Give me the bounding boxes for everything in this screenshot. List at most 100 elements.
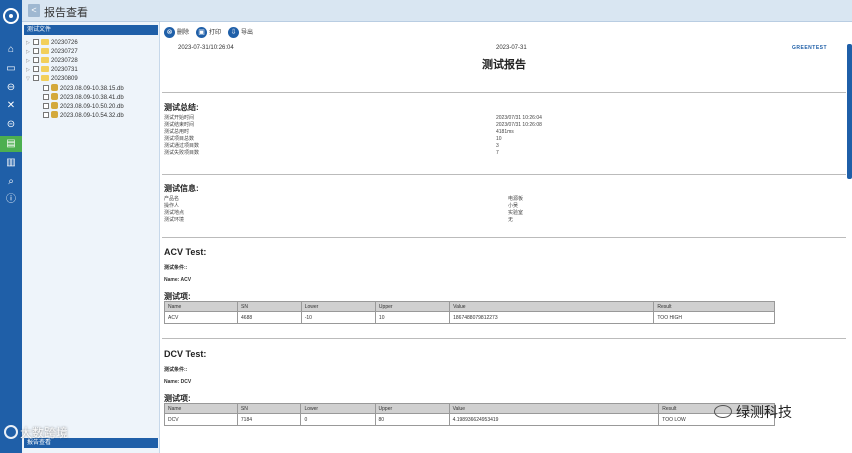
scrollbar-thumb[interactable] (847, 44, 852, 179)
checkbox[interactable] (33, 66, 39, 72)
checkbox[interactable] (33, 48, 39, 54)
summary-key: 测试结束时间 (164, 122, 195, 128)
column-header: Result (653, 301, 775, 312)
column-header: Name (163, 301, 239, 312)
column-header: Lower (300, 301, 376, 312)
table-cell: 1867488079812273 (449, 311, 655, 324)
header-bar: < 报告查看 (22, 0, 852, 22)
back-button[interactable]: < (28, 4, 40, 17)
tree-folder[interactable]: ▷ 20230727 (26, 48, 78, 56)
printer-icon: ▣ (196, 27, 207, 38)
summary-key: 测试通过项目数 (164, 143, 200, 149)
column-header: Name (164, 403, 238, 414)
column-header: Value (448, 403, 660, 414)
column-header: Upper (374, 403, 450, 414)
table-cell: -10 (300, 311, 376, 324)
column-header: Upper (374, 301, 451, 312)
column-header: SN (237, 301, 302, 312)
summary-key: 测试开始时间 (164, 115, 195, 121)
test-title: ACV Test: (164, 247, 207, 257)
watermark-logo-icon (4, 425, 18, 439)
table-cell: 10 (374, 311, 451, 324)
tree-title: 测试文件 (24, 25, 158, 35)
expand-icon[interactable]: ▷ (26, 57, 33, 65)
test-conditions-label: 测试条件:: (164, 265, 188, 271)
tree-file[interactable]: 2023.08.09-10.54.32.db (43, 111, 124, 119)
tree-file[interactable]: 2023.08.09-10.50.20.db (43, 102, 124, 110)
table-cell: DCV (164, 413, 238, 426)
table-cell: 80 (374, 413, 450, 426)
expand-icon[interactable]: ▷ (26, 39, 33, 47)
info-value: 电源板 (508, 196, 524, 202)
wechat-icon (714, 405, 732, 418)
divider (162, 338, 846, 339)
info-key: 测试环境 (164, 217, 185, 223)
checkbox[interactable] (43, 103, 49, 109)
report-page: 2023-07-31/10:26:04 2023-07-31 GREENTEST… (162, 42, 846, 453)
database-icon (51, 93, 58, 100)
info-icon[interactable]: ⓘ (5, 194, 17, 206)
expand-icon[interactable]: ▷ (26, 48, 33, 56)
test-name-line: Name: DCV (164, 379, 192, 385)
folder-icon (41, 48, 49, 54)
tools-icon[interactable]: ✕ (5, 100, 17, 112)
table-header-row: Name SN Lower Upper Value Result (163, 301, 775, 312)
card-icon[interactable]: ▭ (5, 63, 17, 75)
tree-file[interactable]: 2023.08.09-10.38.15.db (43, 84, 124, 92)
minus-circle-icon[interactable]: ⊖ (5, 82, 17, 94)
table-cell: 0 (300, 413, 376, 426)
database-icon (51, 111, 58, 118)
summary-value: 10 (496, 136, 502, 142)
search-icon[interactable]: ⌕ (5, 176, 17, 188)
checkbox[interactable] (43, 85, 49, 91)
checkbox[interactable] (33, 57, 39, 63)
column-header: Value (449, 301, 655, 312)
summary-value: 2023/07/31 10:26:08 (496, 122, 542, 128)
delete-button[interactable]: ⊗ 删除 (164, 27, 189, 39)
circle-icon[interactable]: ⊝ (5, 119, 17, 131)
checkbox[interactable] (33, 39, 39, 45)
watermark-right: 绿测科技 (714, 402, 792, 422)
summary-key: 测试失败项目数 (164, 150, 200, 156)
report-icon[interactable]: ▤ (0, 136, 22, 152)
page-title: 报告查看 (44, 7, 88, 19)
table-cell: 7184 (236, 413, 302, 426)
export-button[interactable]: ⇩ 导出 (228, 27, 253, 39)
tree-folder[interactable]: ▽ 20230809 (26, 75, 78, 83)
summary-value: 7 (496, 150, 499, 156)
chart-icon[interactable]: ▥ (5, 157, 17, 169)
divider (162, 174, 846, 175)
info-value: 无 (508, 217, 514, 223)
tree-folder[interactable]: ▷ 20230726 (26, 39, 78, 47)
database-icon (51, 102, 58, 109)
summary-key: 测试总用时 (164, 129, 190, 135)
checkbox[interactable] (33, 75, 39, 81)
info-key: 产品名 (164, 196, 180, 202)
report-date: 2023-07-31 (496, 45, 527, 51)
database-icon (51, 84, 58, 91)
collapse-icon[interactable]: ▽ (26, 75, 33, 83)
info-key: 测试地点 (164, 210, 185, 216)
info-heading: 测试信息: (164, 184, 199, 193)
test-title: DCV Test: (164, 349, 207, 359)
print-button[interactable]: ▣ 打印 (196, 27, 221, 39)
table-cell: 4.198936624953419 (448, 413, 660, 426)
folder-icon (41, 39, 49, 45)
tree-folder[interactable]: ▷ 20230728 (26, 57, 78, 65)
summary-value: 3 (496, 143, 499, 149)
test-conditions-label: 测试条件:: (164, 367, 188, 373)
home-icon[interactable]: ⌂ (5, 44, 17, 56)
table-row: ACV 4688 -10 10 1867488079812273 TOO HIG… (163, 311, 775, 324)
expand-icon[interactable]: ▷ (26, 66, 33, 74)
column-header: Lower (300, 403, 376, 414)
folder-icon (41, 66, 49, 72)
tree-file[interactable]: 2023.08.09-10.38.41.db (43, 93, 124, 101)
info-key: 操作人 (164, 203, 180, 209)
summary-heading: 测试总结: (164, 103, 199, 112)
checkbox[interactable] (43, 94, 49, 100)
checkbox[interactable] (43, 112, 49, 118)
tree-folder[interactable]: ▷ 20230731 (26, 66, 78, 74)
folder-icon (41, 57, 49, 63)
info-value: 实验室 (508, 210, 524, 216)
report-title: 测试报告 (482, 59, 526, 71)
